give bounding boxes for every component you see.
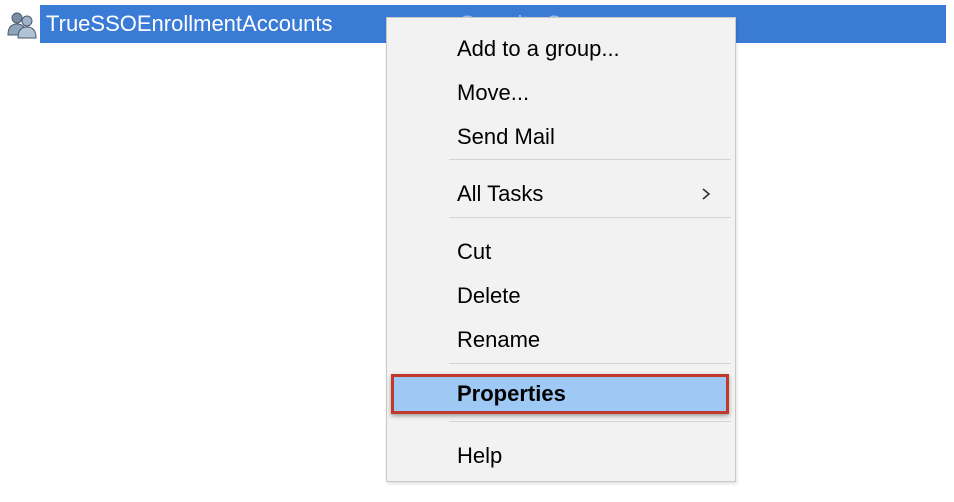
menu-item-cut[interactable]: Cut — [387, 232, 735, 272]
menu-item-delete[interactable]: Delete — [387, 276, 735, 316]
menu-item-label: Move... — [457, 80, 530, 105]
menu-separator — [449, 421, 731, 422]
menu-item-all-tasks[interactable]: All Tasks — [387, 174, 735, 214]
context-menu: Add to a group... Move... Send Mail All … — [386, 17, 736, 482]
menu-item-label: Help — [457, 443, 503, 468]
menu-item-label: Rename — [457, 327, 541, 352]
menu-item-add-to-group[interactable]: Add to a group... — [387, 29, 735, 69]
chevron-right-icon — [699, 186, 713, 202]
menu-item-label: Delete — [457, 283, 521, 308]
row-name: TrueSSOEnrollmentAccounts — [46, 11, 333, 36]
menu-item-label: Send Mail — [457, 124, 555, 149]
menu-item-properties[interactable]: Properties — [391, 374, 729, 414]
menu-separator — [449, 217, 731, 218]
menu-item-label: Properties — [457, 381, 566, 406]
users-group-icon — [6, 11, 40, 39]
menu-item-label: Cut — [457, 239, 492, 264]
menu-item-label: Add to a group... — [457, 36, 620, 61]
menu-item-move[interactable]: Move... — [387, 73, 735, 113]
menu-separator — [449, 363, 731, 364]
menu-item-label: All Tasks — [457, 181, 544, 206]
menu-separator — [449, 159, 731, 160]
menu-item-send-mail[interactable]: Send Mail — [387, 117, 735, 157]
menu-item-help[interactable]: Help — [387, 436, 735, 476]
menu-item-rename[interactable]: Rename — [387, 320, 735, 360]
